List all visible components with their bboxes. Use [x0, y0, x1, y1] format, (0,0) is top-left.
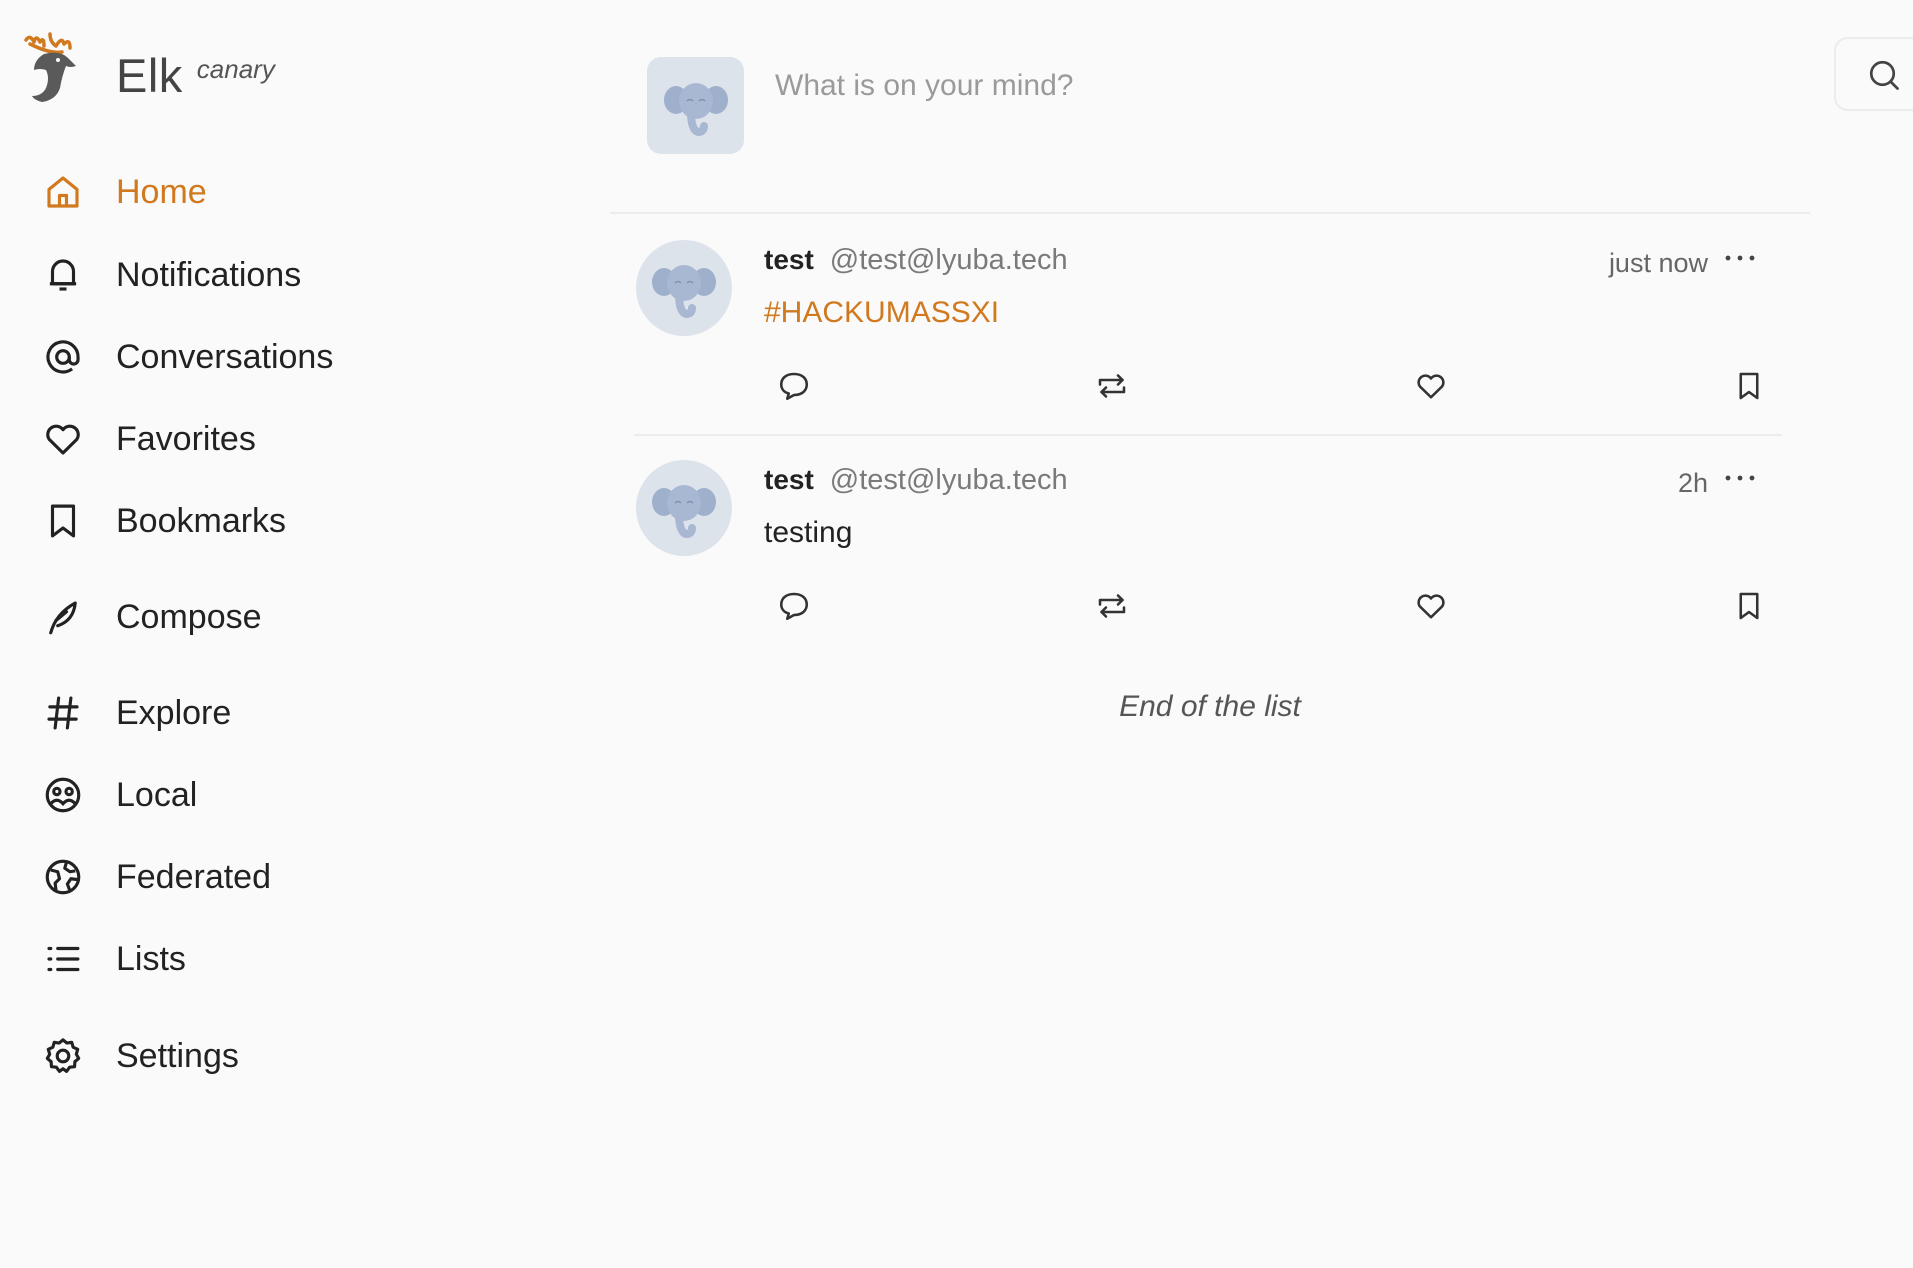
- app-title: Elk: [116, 49, 183, 102]
- app-logo[interactable]: Elk canary: [20, 30, 275, 106]
- boost-button[interactable]: [1082, 356, 1142, 416]
- sidebar-item-local[interactable]: Local: [40, 765, 460, 825]
- sidebar-item-label: Favorites: [116, 419, 256, 458]
- heart-icon: [1417, 594, 1445, 619]
- bookmark-icon: [1739, 372, 1759, 400]
- bookmark-button[interactable]: [1719, 356, 1779, 416]
- status-header: test @test@lyuba.tech: [764, 244, 1068, 277]
- reply-icon: [779, 592, 809, 621]
- sidebar-item-label: Federated: [116, 857, 271, 896]
- account-handle[interactable]: @test@lyuba.tech: [830, 244, 1068, 277]
- status-actions: [764, 356, 1774, 416]
- boost-button[interactable]: [1082, 576, 1142, 636]
- app-root: Elk canary Home Notifications Conversati…: [0, 0, 1913, 1268]
- sidebar-item-label: Home: [116, 172, 207, 211]
- globe-icon: [40, 854, 86, 900]
- search-button[interactable]: [1834, 37, 1913, 111]
- favorite-button[interactable]: [1401, 576, 1461, 636]
- more-options-button[interactable]: [1720, 460, 1760, 496]
- sidebar-item-label: Lists: [116, 939, 186, 978]
- sidebar-item-explore[interactable]: Explore: [40, 683, 460, 743]
- boost-icon: [1098, 374, 1126, 398]
- sidebar-item-settings[interactable]: Settings: [40, 1026, 460, 1086]
- avatar[interactable]: [636, 460, 732, 556]
- bell-icon: [40, 252, 86, 298]
- avatar[interactable]: [636, 240, 732, 336]
- app-tag: canary: [196, 54, 275, 84]
- display-name[interactable]: test: [764, 464, 814, 496]
- status-header: test @test@lyuba.tech: [764, 464, 1068, 497]
- bookmark-icon: [40, 498, 86, 544]
- bookmark-button[interactable]: [1719, 576, 1779, 636]
- sidebar-item-lists[interactable]: Lists: [40, 929, 460, 989]
- status-content: #HACKUMASSXI: [764, 296, 999, 330]
- sidebar-item-label: Compose: [116, 597, 262, 636]
- hashtag-link[interactable]: #HACKUMASSXI: [764, 296, 999, 329]
- more-options-button[interactable]: [1720, 240, 1760, 276]
- sidebar-item-label: Local: [116, 775, 198, 814]
- status-timestamp[interactable]: 2h: [1678, 468, 1708, 499]
- sidebar-item-federated[interactable]: Federated: [40, 847, 460, 907]
- end-of-list-text: End of the list: [1119, 690, 1301, 723]
- status-actions: [764, 576, 1774, 636]
- sidebar-item-label: Settings: [116, 1036, 239, 1075]
- composer: [610, 0, 1810, 214]
- elk-logo-icon: [24, 32, 76, 102]
- hashtag-icon: [40, 690, 86, 736]
- elephant-avatar-icon: [652, 485, 716, 539]
- sidebar-item-conversations[interactable]: Conversations: [40, 327, 460, 387]
- sidebar-item-notifications[interactable]: Notifications: [40, 245, 460, 305]
- status-content: testing: [764, 516, 853, 549]
- heart-icon: [40, 416, 86, 462]
- boost-icon: [1098, 594, 1126, 618]
- more-dots-icon: [1725, 475, 1755, 481]
- sidebar-item-label: Conversations: [116, 337, 334, 376]
- main-timeline: test @test@lyuba.tech just now #HACKUMAS…: [610, 0, 1810, 1268]
- elephant-avatar-icon: [652, 265, 716, 319]
- sidebar-item-favorites[interactable]: Favorites: [40, 409, 460, 469]
- more-dots-icon: [1725, 255, 1755, 261]
- status-card[interactable]: test @test@lyuba.tech 2h testing: [634, 436, 1782, 656]
- group-icon: [40, 772, 86, 818]
- sidebar: Elk canary Home Notifications Conversati…: [0, 0, 610, 1268]
- account-handle[interactable]: @test@lyuba.tech: [830, 464, 1068, 497]
- sidebar-item-home[interactable]: Home: [40, 162, 460, 222]
- compose-input[interactable]: [775, 58, 1675, 114]
- gear-icon: [40, 1033, 86, 1079]
- sidebar-item-label: Bookmarks: [116, 501, 287, 540]
- feather-icon: [40, 594, 86, 640]
- composer-avatar[interactable]: [647, 57, 744, 154]
- display-name[interactable]: test: [764, 244, 814, 276]
- favorite-button[interactable]: [1401, 356, 1461, 416]
- status-card[interactable]: test @test@lyuba.tech just now #HACKUMAS…: [634, 216, 1782, 436]
- reply-button[interactable]: [764, 576, 824, 636]
- sidebar-item-compose[interactable]: Compose: [40, 587, 460, 647]
- at-sign-icon: [40, 334, 86, 380]
- elephant-avatar-icon: [663, 82, 728, 136]
- heart-icon: [1417, 374, 1445, 399]
- sidebar-item-label: Notifications: [116, 255, 302, 294]
- reply-button[interactable]: [764, 356, 824, 416]
- home-icon: [40, 169, 86, 215]
- status-timestamp[interactable]: just now: [1609, 248, 1708, 279]
- search-icon: [1869, 60, 1899, 90]
- reply-icon: [779, 372, 809, 401]
- bookmark-icon: [1739, 592, 1759, 620]
- list-icon: [40, 936, 86, 982]
- sidebar-item-bookmarks[interactable]: Bookmarks: [40, 491, 460, 551]
- sidebar-item-label: Explore: [116, 693, 232, 732]
